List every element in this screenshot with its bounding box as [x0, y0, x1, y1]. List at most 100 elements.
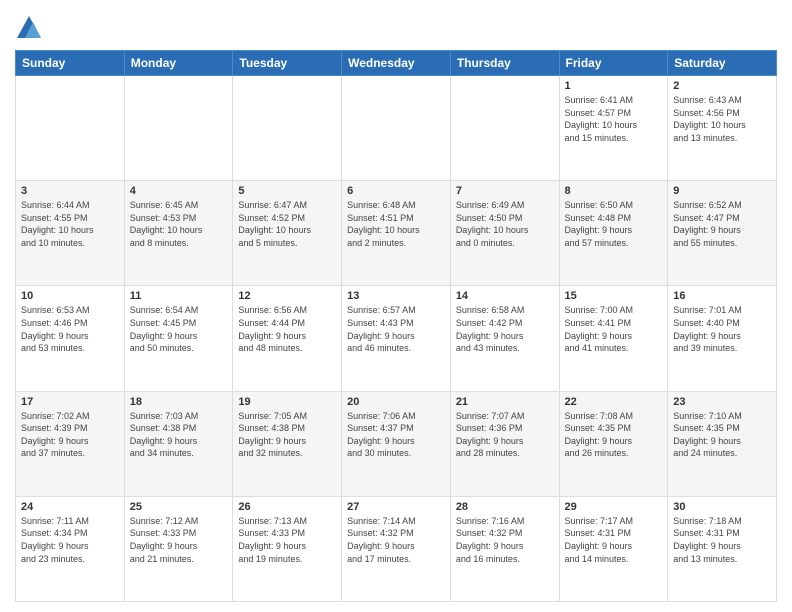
calendar-cell: 5Sunrise: 6:47 AM Sunset: 4:52 PM Daylig…: [233, 181, 342, 286]
day-number: 1: [565, 80, 663, 92]
calendar-cell: 11 Sunrise: 6:54 AM Sunset: 4:45 PM Dayli…: [124, 286, 233, 391]
day-info: Sunrise: 7:18 AM Sunset: 4:31 PM Dayligh…: [673, 515, 771, 565]
calendar-cell: 26 Sunrise: 7:13 AM Sunset: 4:33 PM Dayli…: [233, 496, 342, 601]
calendar-cell: 20 Sunrise: 7:06 AM Sunset: 4:37 PM Dayli…: [342, 391, 451, 496]
calendar-header-thursday: Thursday: [450, 51, 559, 76]
day-number: 23: [673, 396, 771, 408]
calendar-cell: [450, 76, 559, 181]
day-number: 15: [565, 290, 663, 302]
day-number: 22: [565, 396, 663, 408]
calendar-cell: 15 Sunrise: 7:00 AM Sunset: 4:41 PM Dayli…: [559, 286, 668, 391]
day-number: 4: [130, 185, 228, 197]
calendar-cell: 2 Sunrise: 6:43 AM Sunset: 4:56 PM Daylig…: [668, 76, 777, 181]
calendar-week-5: 24 Sunrise: 7:11 AM Sunset: 4:34 PM Dayli…: [16, 496, 777, 601]
calendar-cell: [124, 76, 233, 181]
day-number: 26: [238, 501, 336, 513]
day-number: 6: [347, 185, 445, 197]
calendar-cell: 8 Sunrise: 6:50 AM Sunset: 4:48 PM Daylig…: [559, 181, 668, 286]
calendar-cell: 3Sunrise: 6:44 AM Sunset: 4:55 PM Daylig…: [16, 181, 125, 286]
day-number: 28: [456, 501, 554, 513]
calendar-cell: 6 Sunrise: 6:48 AM Sunset: 4:51 PM Daylig…: [342, 181, 451, 286]
calendar-week-3: 10 Sunrise: 6:53 AM Sunset: 4:46 PM Dayli…: [16, 286, 777, 391]
day-info: Sunrise: 7:12 AM Sunset: 4:33 PM Dayligh…: [130, 515, 228, 565]
day-number: 20: [347, 396, 445, 408]
day-info: Sunrise: 6:50 AM Sunset: 4:48 PM Dayligh…: [565, 199, 663, 249]
day-info: Sunrise: 6:57 AM Sunset: 4:43 PM Dayligh…: [347, 304, 445, 354]
day-number: 10: [21, 290, 119, 302]
calendar-cell: 24 Sunrise: 7:11 AM Sunset: 4:34 PM Dayli…: [16, 496, 125, 601]
calendar-cell: 18 Sunrise: 7:03 AM Sunset: 4:38 PM Dayli…: [124, 391, 233, 496]
day-number: 13: [347, 290, 445, 302]
calendar-cell: 22Sunrise: 7:08 AM Sunset: 4:35 PM Dayli…: [559, 391, 668, 496]
day-info: Sunrise: 7:14 AM Sunset: 4:32 PM Dayligh…: [347, 515, 445, 565]
calendar-week-2: 3Sunrise: 6:44 AM Sunset: 4:55 PM Daylig…: [16, 181, 777, 286]
calendar-cell: 10 Sunrise: 6:53 AM Sunset: 4:46 PM Dayli…: [16, 286, 125, 391]
calendar-cell: 29Sunrise: 7:17 AM Sunset: 4:31 PM Dayli…: [559, 496, 668, 601]
day-info: Sunrise: 6:54 AM Sunset: 4:45 PM Dayligh…: [130, 304, 228, 354]
day-number: 12: [238, 290, 336, 302]
day-info: Sunrise: 7:05 AM Sunset: 4:38 PM Dayligh…: [238, 410, 336, 460]
calendar-cell: [342, 76, 451, 181]
header: [15, 10, 777, 42]
day-info: Sunrise: 7:07 AM Sunset: 4:36 PM Dayligh…: [456, 410, 554, 460]
day-info: Sunrise: 7:13 AM Sunset: 4:33 PM Dayligh…: [238, 515, 336, 565]
calendar-header-wednesday: Wednesday: [342, 51, 451, 76]
calendar-header-friday: Friday: [559, 51, 668, 76]
calendar-cell: 14Sunrise: 6:58 AM Sunset: 4:42 PM Dayli…: [450, 286, 559, 391]
day-info: Sunrise: 7:17 AM Sunset: 4:31 PM Dayligh…: [565, 515, 663, 565]
day-info: Sunrise: 6:48 AM Sunset: 4:51 PM Dayligh…: [347, 199, 445, 249]
calendar-header-monday: Monday: [124, 51, 233, 76]
calendar-cell: 1 Sunrise: 6:41 AM Sunset: 4:57 PM Daylig…: [559, 76, 668, 181]
day-number: 16: [673, 290, 771, 302]
calendar-cell: 30 Sunrise: 7:18 AM Sunset: 4:31 PM Dayli…: [668, 496, 777, 601]
calendar-header-sunday: Sunday: [16, 51, 125, 76]
day-number: 30: [673, 501, 771, 513]
day-number: 17: [21, 396, 119, 408]
day-info: Sunrise: 7:02 AM Sunset: 4:39 PM Dayligh…: [21, 410, 119, 460]
calendar-cell: 25 Sunrise: 7:12 AM Sunset: 4:33 PM Dayli…: [124, 496, 233, 601]
day-number: 11: [130, 290, 228, 302]
day-info: Sunrise: 6:43 AM Sunset: 4:56 PM Dayligh…: [673, 94, 771, 144]
day-info: Sunrise: 7:03 AM Sunset: 4:38 PM Dayligh…: [130, 410, 228, 460]
calendar-cell: 16 Sunrise: 7:01 AM Sunset: 4:40 PM Dayli…: [668, 286, 777, 391]
day-number: 9: [673, 185, 771, 197]
day-info: Sunrise: 7:16 AM Sunset: 4:32 PM Dayligh…: [456, 515, 554, 565]
day-number: 27: [347, 501, 445, 513]
day-info: Sunrise: 6:52 AM Sunset: 4:47 PM Dayligh…: [673, 199, 771, 249]
day-number: 18: [130, 396, 228, 408]
day-info: Sunrise: 7:06 AM Sunset: 4:37 PM Dayligh…: [347, 410, 445, 460]
calendar-header-saturday: Saturday: [668, 51, 777, 76]
calendar-week-1: 1 Sunrise: 6:41 AM Sunset: 4:57 PM Daylig…: [16, 76, 777, 181]
calendar-cell: 4 Sunrise: 6:45 AM Sunset: 4:53 PM Daylig…: [124, 181, 233, 286]
day-number: 7: [456, 185, 554, 197]
day-info: Sunrise: 6:44 AM Sunset: 4:55 PM Dayligh…: [21, 199, 119, 249]
day-number: 8: [565, 185, 663, 197]
calendar-cell: 7 Sunrise: 6:49 AM Sunset: 4:50 PM Daylig…: [450, 181, 559, 286]
calendar-cell: 12Sunrise: 6:56 AM Sunset: 4:44 PM Dayli…: [233, 286, 342, 391]
day-number: 24: [21, 501, 119, 513]
day-info: Sunrise: 7:01 AM Sunset: 4:40 PM Dayligh…: [673, 304, 771, 354]
day-number: 21: [456, 396, 554, 408]
day-info: Sunrise: 7:00 AM Sunset: 4:41 PM Dayligh…: [565, 304, 663, 354]
day-info: Sunrise: 6:41 AM Sunset: 4:57 PM Dayligh…: [565, 94, 663, 144]
day-number: 25: [130, 501, 228, 513]
day-number: 19: [238, 396, 336, 408]
logo: [15, 14, 45, 42]
logo-icon: [15, 14, 43, 42]
calendar-header-tuesday: Tuesday: [233, 51, 342, 76]
day-number: 2: [673, 80, 771, 92]
calendar-cell: 9 Sunrise: 6:52 AM Sunset: 4:47 PM Daylig…: [668, 181, 777, 286]
calendar-cell: 19 Sunrise: 7:05 AM Sunset: 4:38 PM Dayli…: [233, 391, 342, 496]
day-info: Sunrise: 6:45 AM Sunset: 4:53 PM Dayligh…: [130, 199, 228, 249]
day-info: Sunrise: 7:10 AM Sunset: 4:35 PM Dayligh…: [673, 410, 771, 460]
calendar-week-4: 17 Sunrise: 7:02 AM Sunset: 4:39 PM Dayli…: [16, 391, 777, 496]
day-number: 14: [456, 290, 554, 302]
calendar-cell: 13 Sunrise: 6:57 AM Sunset: 4:43 PM Dayli…: [342, 286, 451, 391]
day-info: Sunrise: 6:49 AM Sunset: 4:50 PM Dayligh…: [456, 199, 554, 249]
calendar-cell: 21 Sunrise: 7:07 AM Sunset: 4:36 PM Dayli…: [450, 391, 559, 496]
calendar-cell: [233, 76, 342, 181]
day-info: Sunrise: 7:11 AM Sunset: 4:34 PM Dayligh…: [21, 515, 119, 565]
calendar-cell: 23 Sunrise: 7:10 AM Sunset: 4:35 PM Dayli…: [668, 391, 777, 496]
page: SundayMondayTuesdayWednesdayThursdayFrid…: [0, 0, 792, 612]
day-info: Sunrise: 6:53 AM Sunset: 4:46 PM Dayligh…: [21, 304, 119, 354]
